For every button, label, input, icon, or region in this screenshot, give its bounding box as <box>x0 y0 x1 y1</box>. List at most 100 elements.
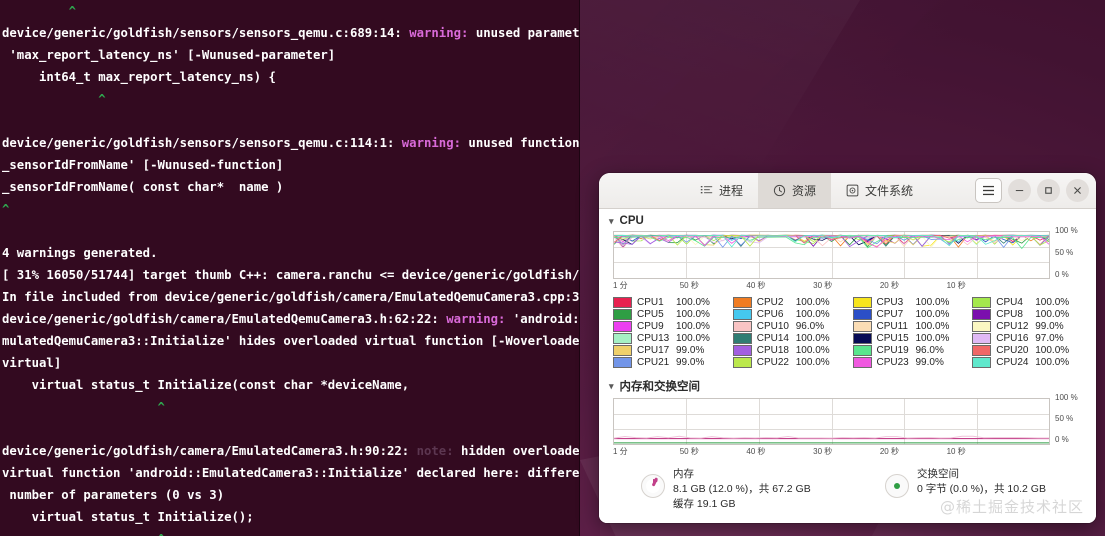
close-button[interactable] <box>1066 179 1089 202</box>
section-header-memory[interactable]: ▾ 内存和交换空间 <box>599 372 1096 398</box>
memory-dial-icon <box>641 474 665 498</box>
terminal-line: _sensorIdFromName( const char* name ) <box>2 180 284 194</box>
y-tick-label: 0 % <box>1055 435 1069 444</box>
cpu-legend-item: CPU6 100.0% <box>732 309 845 320</box>
cpu-legend-name: CPU20 <box>996 345 1029 356</box>
cpu-color-swatch <box>972 333 992 344</box>
x-tick-label: 50 秒 <box>679 281 699 290</box>
maximize-icon <box>1045 187 1052 194</box>
cpu-legend-value: 99.0% <box>1035 321 1064 332</box>
terminal-line: In file included from device/generic/gol… <box>2 290 580 304</box>
cpu-legend-item: CPU7 100.0% <box>852 309 965 320</box>
x-tick-label: 10 秒 <box>946 447 966 456</box>
cpu-legend-value: 100.0% <box>676 333 710 344</box>
cpu-legend-value: 100.0% <box>795 333 830 344</box>
maximize-button[interactable] <box>1037 179 1060 202</box>
cpu-color-swatch <box>972 357 992 368</box>
cpu-color-swatch <box>852 333 872 344</box>
hamburger-menu-button[interactable] <box>975 178 1002 203</box>
terminal-window[interactable]: ^ device/generic/goldfish/sensors/sensors… <box>0 0 580 536</box>
section-header-cpu[interactable]: ▾ CPU <box>599 209 1096 231</box>
cpu-legend-name: CPU9 <box>637 321 664 332</box>
cpu-color-swatch <box>972 297 992 308</box>
x-tick-label: 30 秒 <box>813 281 833 290</box>
cpu-legend-value: 100.0% <box>1035 309 1070 320</box>
cpu-legend-item: CPU15 100.0% <box>852 333 965 344</box>
x-tick-label: 1 分 <box>613 447 628 456</box>
chart-lines <box>614 232 1049 278</box>
cpu-legend-value: 100.0% <box>676 297 710 308</box>
cpu-legend-value: 96.0% <box>915 345 944 356</box>
cpu-x-axis: 1 分 50 秒 40 秒 30 秒 20 秒 10 秒 <box>613 278 1050 292</box>
swap-label: 交换空间 <box>917 468 959 480</box>
terminal-line: 'max_report_latency_ns' [-Wunused-parame… <box>2 48 336 62</box>
cpu-legend-name: CPU11 <box>876 321 909 332</box>
cpu-legend-name: CPU6 <box>756 309 784 320</box>
cpu-chart <box>613 231 1050 278</box>
cpu-legend-value: 100.0% <box>915 321 950 332</box>
terminal-line: ^ <box>68 4 77 18</box>
cpu-color-swatch <box>852 321 872 332</box>
cpu-legend-item: CPU18 100.0% <box>732 345 845 356</box>
y-tick-label: 50 % <box>1055 248 1074 257</box>
x-tick-label: 40 秒 <box>746 447 766 456</box>
cpu-y-axis: 100 % 50 % 0 % <box>1052 226 1094 283</box>
cpu-color-swatch <box>732 345 752 356</box>
cpu-legend-name: CPU14 <box>756 333 789 344</box>
x-tick-label: 40 秒 <box>746 281 766 290</box>
close-icon <box>1074 187 1081 194</box>
tab-filesystems[interactable]: 文件系统 <box>831 173 928 208</box>
chevron-down-icon: ▾ <box>609 215 614 226</box>
terminal-line: ^ <box>2 202 10 216</box>
terminal-line: device/generic/goldfish/sensors/sensors_… <box>2 26 580 40</box>
tab-bar: 进程 资源 文件系统 <box>685 173 928 208</box>
cpu-legend-value: 100.0% <box>676 321 710 332</box>
cpu-color-swatch <box>613 321 632 332</box>
x-tick-label: 20 秒 <box>879 281 899 290</box>
memory-x-axis: 1 分 50 秒 40 秒 30 秒 20 秒 10 秒 <box>613 444 1050 458</box>
cpu-color-swatch <box>613 309 632 320</box>
terminal-line: int64_t max_report_latency_ns) { <box>2 70 276 84</box>
cpu-legend-value: 100.0% <box>1035 345 1070 356</box>
terminal-line: mulatedQemuCamera3::Initialize' hides ov… <box>2 334 580 348</box>
terminal-line: [ 31% 16050/51744] target thumb C++: cam… <box>2 268 580 282</box>
memory-label: 内存 <box>673 468 694 480</box>
cpu-legend-value: 100.0% <box>915 309 950 320</box>
cpu-legend-name: CPU7 <box>876 309 904 320</box>
chart-lines <box>614 399 1049 444</box>
cpu-legend-name: CPU4 <box>996 297 1023 308</box>
minimize-button[interactable] <box>1008 179 1031 202</box>
window-titlebar: 进程 资源 文件系统 <box>599 173 1096 209</box>
y-tick-label: 100 % <box>1055 226 1078 235</box>
cpu-legend-name: CPU2 <box>756 297 784 308</box>
cpu-legend-value: 100.0% <box>915 333 950 344</box>
cpu-legend-value: 100.0% <box>795 297 830 308</box>
system-monitor-window[interactable]: 进程 资源 文件系统 ▾ CPU 100 % 50 % 0 % 1 分 50 秒… <box>599 173 1096 523</box>
cpu-legend-item: CPU14 100.0% <box>732 333 845 344</box>
cpu-legend: CPU1 100.0% CPU2 100.0% CPU3 100.0% CPU4 100.0%… <box>599 292 1096 372</box>
cpu-color-swatch <box>613 345 632 356</box>
memory-stat: 内存 8.1 GB (12.0 %)，共 67.2 GB 缓存 19.1 GB <box>641 466 871 512</box>
memory-y-axis: 100 % 50 % 0 % <box>1052 393 1094 450</box>
section-header-network[interactable]: ▾ 网络 <box>599 516 1096 523</box>
cpu-legend-item: CPU11 100.0% <box>852 321 965 332</box>
cpu-legend-name: CPU15 <box>876 333 909 344</box>
swap-value: 0 字节 (0.0 %)，共 10.2 GB <box>917 483 1046 495</box>
cpu-legend-value: 100.0% <box>795 357 830 368</box>
memory-value: 8.1 GB (12.0 %)，共 67.2 GB <box>673 483 811 495</box>
cpu-legend-value: 100.0% <box>915 297 950 308</box>
cpu-legend-item: CPU13 100.0% <box>613 333 725 344</box>
cpu-legend-item: CPU12 99.0% <box>972 321 1084 332</box>
cpu-legend-value: 99.0% <box>676 357 705 368</box>
swap-dial-icon <box>885 474 909 498</box>
resources-panel[interactable]: ▾ CPU 100 % 50 % 0 % 1 分 50 秒 40 秒 30 秒 20 秒 10… <box>599 209 1096 523</box>
cpu-legend-item: CPU17 99.0% <box>613 345 725 356</box>
tab-resources[interactable]: 资源 <box>758 173 832 208</box>
cpu-color-swatch <box>732 321 752 332</box>
cpu-color-swatch <box>852 357 872 368</box>
tab-processes[interactable]: 进程 <box>685 173 758 208</box>
cpu-legend-name: CPU10 <box>756 321 789 332</box>
cpu-legend-item: CPU4 100.0% <box>972 297 1084 308</box>
